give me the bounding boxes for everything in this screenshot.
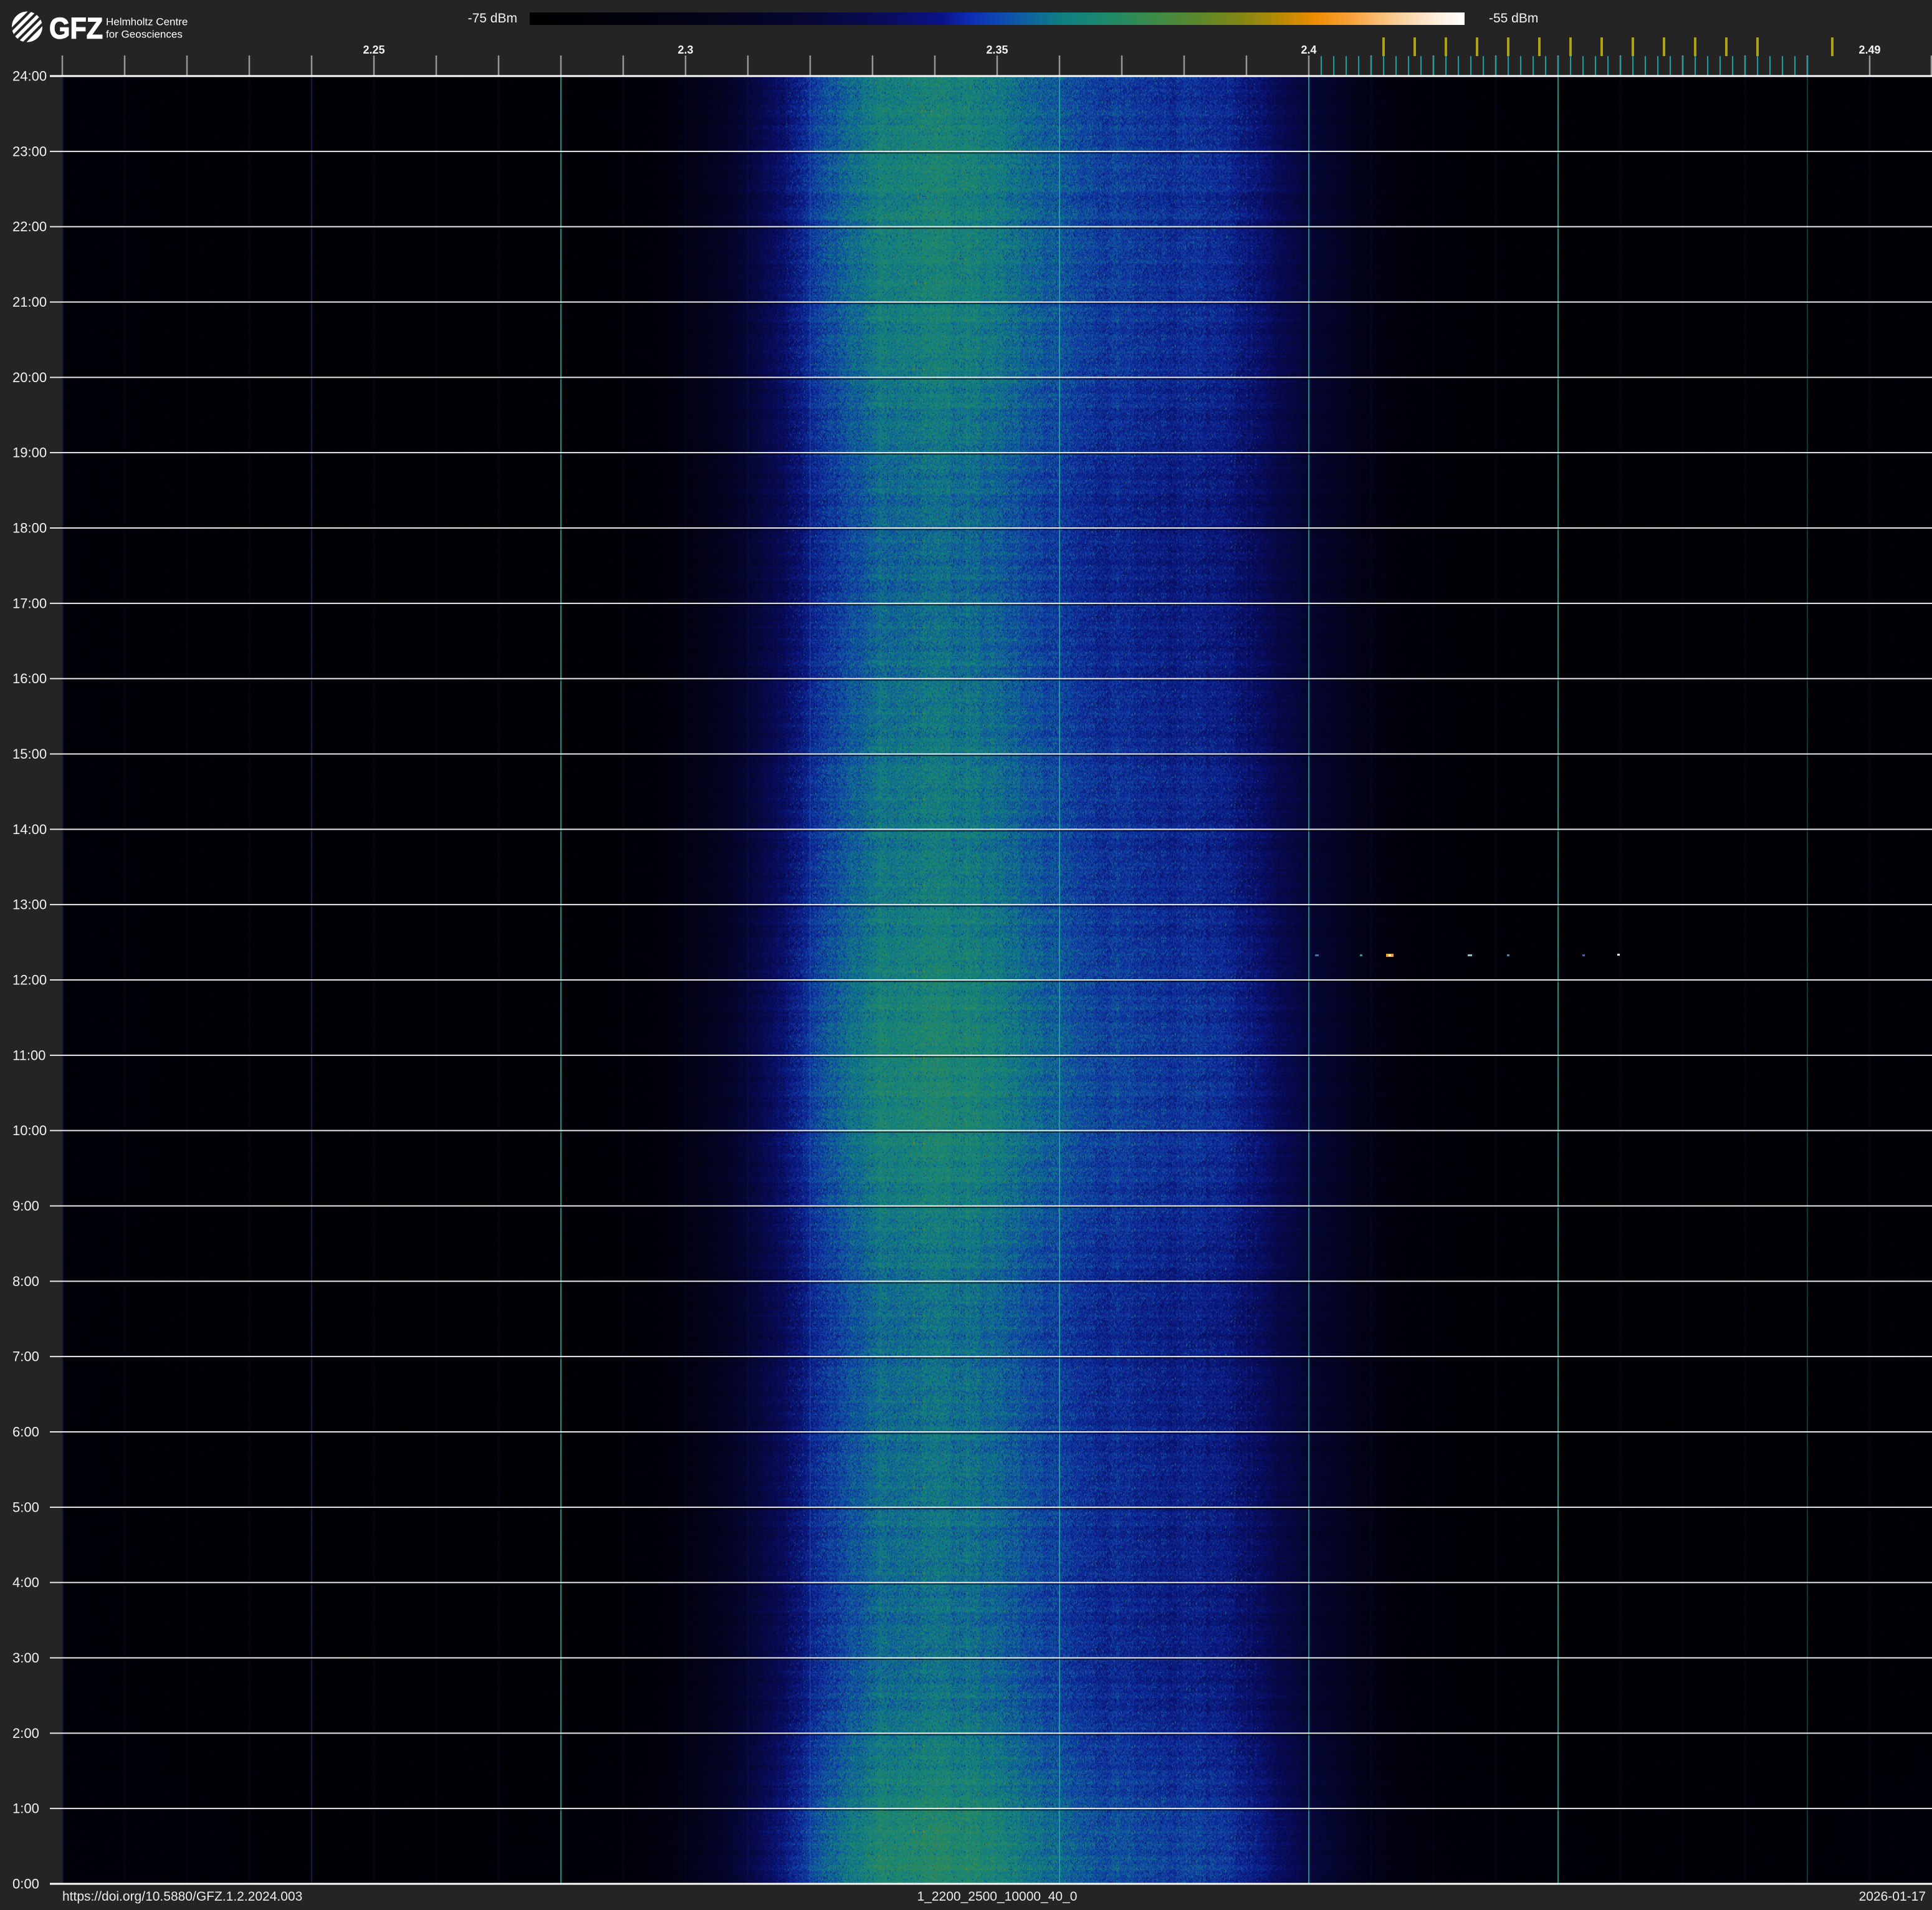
svg-text:for Geosciences: for Geosciences bbox=[106, 29, 183, 41]
svg-text:14:00: 14:00 bbox=[12, 822, 47, 837]
svg-text:16:00: 16:00 bbox=[12, 671, 47, 686]
svg-text:17:00: 17:00 bbox=[12, 595, 47, 611]
svg-text:3:00: 3:00 bbox=[12, 1650, 39, 1666]
svg-text:15:00: 15:00 bbox=[12, 746, 47, 762]
svg-text:https://doi.org/10.5880/GFZ.1.: https://doi.org/10.5880/GFZ.1.2.2024.003 bbox=[62, 1889, 302, 1904]
svg-text:24:00: 24:00 bbox=[12, 69, 47, 84]
svg-text:11:00: 11:00 bbox=[12, 1047, 45, 1063]
svg-text:2.25: 2.25 bbox=[363, 44, 385, 56]
svg-text:5:00: 5:00 bbox=[12, 1499, 39, 1515]
svg-text:18:00: 18:00 bbox=[12, 521, 47, 536]
svg-text:19:00: 19:00 bbox=[12, 445, 47, 461]
svg-text:2:00: 2:00 bbox=[12, 1725, 39, 1741]
svg-text:8:00: 8:00 bbox=[12, 1274, 39, 1289]
svg-text:9:00: 9:00 bbox=[12, 1198, 39, 1214]
svg-text:-55 dBm: -55 dBm bbox=[1489, 11, 1538, 26]
svg-text:2.49: 2.49 bbox=[1858, 44, 1880, 56]
svg-text:12:00: 12:00 bbox=[12, 972, 47, 988]
svg-text:2026-01-17: 2026-01-17 bbox=[1859, 1889, 1926, 1904]
svg-text:Helmholtz Centre: Helmholtz Centre bbox=[106, 16, 188, 28]
svg-text:7:00: 7:00 bbox=[12, 1349, 39, 1365]
svg-text:2.3: 2.3 bbox=[677, 44, 693, 56]
svg-text:4:00: 4:00 bbox=[12, 1575, 39, 1590]
svg-text:13:00: 13:00 bbox=[12, 897, 47, 913]
svg-text:6:00: 6:00 bbox=[12, 1424, 39, 1440]
svg-text:0:00: 0:00 bbox=[12, 1876, 39, 1892]
svg-text:2.4: 2.4 bbox=[1301, 44, 1316, 56]
svg-text:1_2200_2500_10000_40_0: 1_2200_2500_10000_40_0 bbox=[917, 1889, 1078, 1904]
svg-text:22:00: 22:00 bbox=[12, 219, 47, 234]
svg-text:10:00: 10:00 bbox=[12, 1123, 47, 1138]
svg-text:2.35: 2.35 bbox=[986, 44, 1008, 56]
svg-text:GFZ: GFZ bbox=[49, 12, 103, 45]
svg-text:1:00: 1:00 bbox=[12, 1801, 39, 1816]
svg-text:21:00: 21:00 bbox=[12, 294, 47, 310]
svg-text:-75 dBm: -75 dBm bbox=[468, 11, 517, 26]
svg-text:20:00: 20:00 bbox=[12, 370, 47, 385]
svg-text:23:00: 23:00 bbox=[12, 143, 47, 159]
